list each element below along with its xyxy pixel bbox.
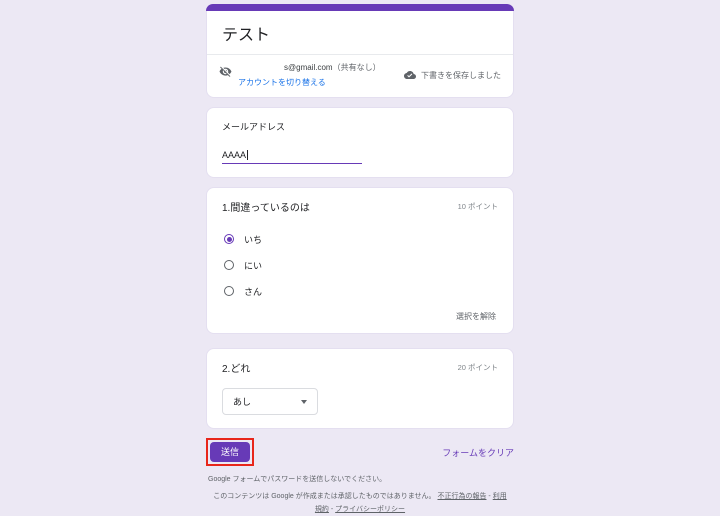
switch-account-link[interactable]: アカウントを切り替える <box>238 77 404 88</box>
question-1-card: 1.間違っているのは 10 ポイント いち にい さん 選択を解除 <box>206 187 514 334</box>
form-column: テスト s@gmail.com（共有なし） アカウントを切り替える 下書きを保存… <box>206 4 514 516</box>
clear-form-link[interactable]: フォームをクリア <box>442 446 514 459</box>
draft-saved-text: 下書きを保存しました <box>421 70 501 80</box>
question-2-card: 2.どれ 20 ポイント あし <box>206 348 514 429</box>
email-input[interactable]: AAAA <box>222 150 362 164</box>
question-2-points: 20 ポイント <box>457 363 498 372</box>
radio-option[interactable]: にい <box>222 252 498 278</box>
radio-circle[interactable] <box>224 234 234 244</box>
email-field-label: メールアドレス <box>222 122 286 132</box>
form-header-card: テスト s@gmail.com（共有なし） アカウントを切り替える 下書きを保存… <box>206 4 514 98</box>
radio-option-label: さん <box>244 286 263 297</box>
submit-button[interactable]: 送信 <box>210 442 251 462</box>
page-background: { "theme": { "accent_purple": "#673ab7",… <box>0 4 720 513</box>
question-2-title: 2.どれ <box>222 364 251 375</box>
password-warning-text: Google フォームでパスワードを送信しないでください。 <box>208 476 387 483</box>
radio-circle[interactable] <box>224 286 234 296</box>
question-1-title: 1.間違っているのは <box>222 203 310 214</box>
radio-option-label: いち <box>244 234 263 245</box>
dropdown-select[interactable]: あし <box>222 388 318 415</box>
submit-row: 送信 フォームをクリア <box>206 438 514 466</box>
account-info: s@gmail.com（共有なし） アカウントを切り替える <box>238 62 404 88</box>
radio-group: いち にい さん <box>222 226 498 304</box>
cloud-done-icon <box>404 69 416 81</box>
radio-option[interactable]: さん <box>222 278 498 304</box>
radio-circle[interactable] <box>224 260 234 270</box>
question-1-points: 10 ポイント <box>457 202 498 211</box>
report-abuse-link[interactable]: 不正行為の報告 <box>437 493 486 500</box>
click-annotation-box: 送信 <box>206 438 255 466</box>
shared-status: （共有なし） <box>332 63 381 72</box>
account-email: s@gmail.com（共有なし） <box>238 62 404 73</box>
dropdown-selected-value: あし <box>233 397 252 407</box>
chevron-down-icon <box>301 399 307 404</box>
form-title: テスト <box>222 27 271 44</box>
draft-status: 下書きを保存しました <box>404 69 501 81</box>
disclaimer-text: このコンテンツは Google が作成または承認したものではありません。 不正行… <box>206 491 514 516</box>
privacy-policy-link[interactable]: プライバシーポリシー <box>335 506 405 513</box>
disclaimer-sentence: このコンテンツは Google が作成または承認したものではありません。 <box>213 493 436 500</box>
clear-selection-link[interactable]: 選択を解除 <box>222 304 498 325</box>
email-input-value: AAAA <box>222 150 247 160</box>
visibility-off-icon <box>219 65 232 78</box>
question-2-header: 2.どれ 20 ポイント <box>222 360 498 375</box>
account-row: s@gmail.com（共有なし） アカウントを切り替える 下書きを保存しました <box>207 55 513 97</box>
theme-accent-bar <box>206 4 514 11</box>
question-1-header: 1.間違っているのは 10 ポイント <box>222 199 498 214</box>
email-address: s@gmail.com <box>284 63 333 72</box>
email-card: メールアドレス AAAA <box>206 107 514 178</box>
radio-option[interactable]: いち <box>222 226 498 252</box>
text-cursor <box>247 150 249 160</box>
radio-option-label: にい <box>244 260 263 271</box>
